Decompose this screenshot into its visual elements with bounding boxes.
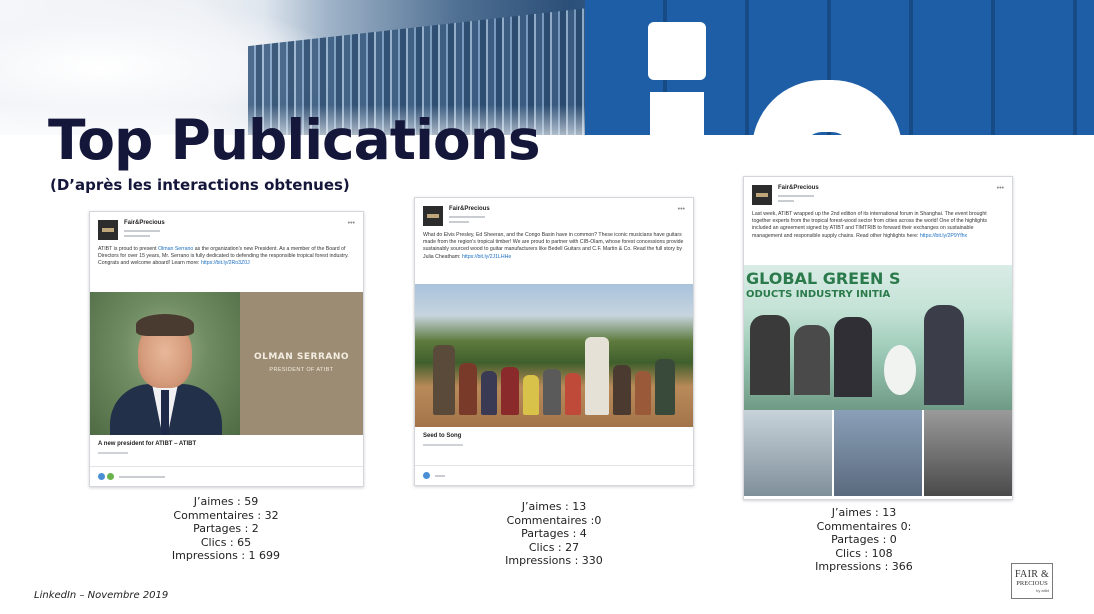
post-url-link[interactable]: https://bit.ly/2P9Yfhx	[920, 233, 967, 239]
stat-impressions: Impressions : 366	[815, 560, 913, 574]
post-image[interactable]	[415, 284, 693, 427]
link-preview-title[interactable]: A new president for ATIBT – ATIBT	[90, 435, 363, 449]
post-2-stats: J’aimes : 13 Commentaires :0 Partages : …	[484, 500, 624, 568]
page-subtitle: (D’après les interactions obtenues)	[50, 176, 350, 194]
post-author[interactable]: Fair&Precious	[124, 220, 165, 226]
link-preview-title[interactable]: Seed to Song	[415, 427, 693, 441]
post-text: What do Elvis Presley, Ed Sheeran, and t…	[423, 232, 684, 260]
post-text: Last week, ATIBT wrapped up the 2nd edit…	[752, 211, 987, 239]
stat-shares: Partages : 0	[831, 533, 897, 547]
post-card-1[interactable]: Fair&Precious ••• ATIBT is proud to pres…	[89, 211, 364, 487]
stat-shares: Partages : 2	[193, 522, 259, 536]
page-title: Top Publications	[48, 108, 541, 172]
stat-comments: Commentaires : 32	[173, 508, 279, 522]
post-card-2[interactable]: Fair&Precious ••• What do Elvis Presley,…	[414, 197, 694, 486]
stat-clicks: Clics : 65	[200, 535, 252, 549]
mention-link[interactable]: Olman Serrano	[158, 246, 193, 252]
stat-likes: J’aimes : 13	[831, 506, 897, 519]
stat-clicks: Clics : 108	[835, 546, 893, 560]
banner-text: GLOBAL GREEN S	[746, 269, 901, 288]
more-options-icon[interactable]: •••	[997, 185, 1004, 192]
stat-likes: J’aimes : 13	[521, 500, 587, 513]
like-reaction-icon	[98, 473, 105, 480]
source-footnote: LinkedIn – Novembre 2019	[34, 590, 169, 601]
post-image[interactable]: GLOBAL GREEN S ODUCTS INDUSTRY INITIA	[744, 265, 1012, 410]
company-logo-icon	[98, 220, 118, 240]
more-options-icon[interactable]: •••	[678, 206, 685, 213]
stat-impressions: Impressions : 1 699	[171, 549, 281, 563]
linkedin-logo-icon	[648, 22, 706, 80]
more-options-icon[interactable]: •••	[348, 220, 355, 227]
post-image-gallery[interactable]	[744, 410, 1012, 496]
stat-comments: Commentaires 0:	[816, 519, 912, 533]
stat-impressions: Impressions : 330	[505, 554, 603, 568]
post-reactions[interactable]	[90, 466, 363, 486]
post-text: ATIBT is proud to present Olman Serrano …	[98, 246, 349, 267]
image-name-text: OLMAN SERRANO	[253, 352, 350, 362]
company-logo-icon	[752, 185, 772, 205]
post-reactions[interactable]	[415, 465, 693, 485]
stat-shares: Partages : 4	[521, 527, 587, 541]
post-card-3[interactable]: Fair&Precious ••• Last week, ATIBT wrapp…	[743, 176, 1013, 500]
post-author[interactable]: Fair&Precious	[449, 206, 490, 212]
stat-likes: J’aimes : 59	[193, 495, 259, 508]
post-1-stats: J’aimes : 59 Commentaires : 32 Partages …	[156, 495, 296, 563]
stat-comments: Commentaires :0	[506, 513, 602, 527]
company-logo-icon	[423, 206, 443, 226]
celebrate-reaction-icon	[107, 473, 114, 480]
like-reaction-icon	[423, 472, 430, 479]
post-author[interactable]: Fair&Precious	[778, 185, 819, 191]
post-url-link[interactable]: https://bit.ly/2Ro3Z0J	[201, 260, 250, 266]
fair-precious-logo: FAIR & PRECIOUS by atibt	[1011, 563, 1053, 599]
post-3-stats: J’aimes : 13 Commentaires 0: Partages : …	[794, 506, 934, 574]
post-image[interactable]: OLMAN SERRANO PRESIDENT OF ATIBT	[90, 292, 363, 435]
banner-text-secondary: ODUCTS INDUSTRY INITIA	[746, 289, 891, 300]
image-role-text: PRESIDENT OF ATIBT	[269, 367, 334, 373]
stat-clicks: Clics : 27	[528, 540, 580, 554]
post-url-link[interactable]: https://bit.ly/2J1LHHe	[462, 254, 511, 260]
